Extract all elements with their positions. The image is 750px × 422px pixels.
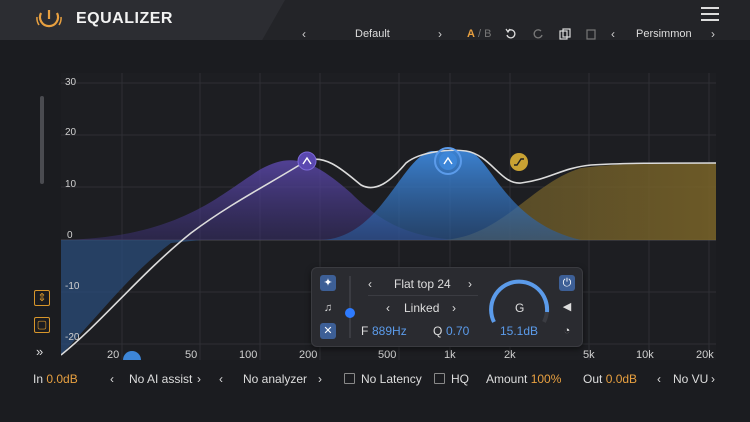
x-label-10k: 10k: [636, 349, 654, 361]
shape-next-button[interactable]: ›: [468, 277, 472, 291]
output-label: Out: [583, 372, 603, 386]
theme-next-button[interactable]: ›: [711, 27, 715, 41]
gain-label: G: [515, 301, 525, 315]
x-label-100: 100: [239, 349, 258, 361]
hq-label: HQ: [451, 372, 469, 386]
x-label-50: 50: [185, 349, 198, 361]
freq-value[interactable]: 889Hz: [372, 324, 407, 338]
x-label-2k: 2k: [504, 349, 516, 361]
theme-name[interactable]: Persimmon: [636, 28, 692, 40]
paste-icon[interactable]: [585, 28, 597, 40]
mode-prev-button[interactable]: ‹: [386, 301, 390, 315]
hq-checkbox[interactable]: [434, 373, 445, 384]
amount-control[interactable]: Amount 100%: [486, 372, 561, 386]
y-label-minus20: -20: [65, 332, 80, 343]
input-value[interactable]: 0.0dB: [46, 372, 77, 386]
x-label-200: 200: [299, 349, 318, 361]
band-handle-gold[interactable]: [510, 153, 528, 171]
ab-separator: /: [478, 28, 482, 40]
q-value[interactable]: 0.70: [446, 324, 469, 338]
y-label-30: 30: [65, 77, 77, 88]
latency-toggle[interactable]: No Latency: [344, 372, 422, 386]
headphones-icon[interactable]: ♫: [320, 300, 336, 316]
ab-a-label[interactable]: A: [467, 28, 475, 40]
gauge-icon[interactable]: ◔: [559, 323, 575, 339]
theme-prev-button[interactable]: ‹: [611, 27, 615, 41]
analyzer-prev-button[interactable]: ‹: [219, 372, 223, 386]
speaker-icon[interactable]: ◀: [559, 299, 575, 315]
fit-vertical-icon[interactable]: ⇕: [34, 290, 50, 306]
bottom-bar: In 0.0dB ‹ No AI assist › ‹ No analyzer …: [0, 372, 750, 392]
ab-compare[interactable]: A / B: [467, 28, 491, 40]
preset-prev-button[interactable]: ‹: [302, 27, 306, 41]
power-logo-icon: [36, 10, 62, 28]
stereo-mode[interactable]: Linked: [404, 301, 439, 315]
vu-next-button[interactable]: ›: [711, 372, 715, 386]
hq-toggle[interactable]: HQ: [434, 372, 469, 386]
vu-prev-button[interactable]: ‹: [657, 372, 661, 386]
ai-assist-selector[interactable]: No AI assist: [129, 372, 192, 386]
band-shape[interactable]: Flat top 24: [394, 277, 451, 291]
panel-divider: [368, 295, 478, 296]
analyzer-selector[interactable]: No analyzer: [243, 372, 307, 386]
y-label-10: 10: [65, 179, 77, 190]
redo-icon[interactable]: [532, 28, 544, 40]
output-gain[interactable]: Out 0.0dB: [583, 372, 637, 386]
copy-icon[interactable]: [559, 28, 571, 40]
preset-name[interactable]: Default: [355, 28, 390, 40]
y-label-0: 0: [67, 230, 73, 241]
freq-label: F: [361, 324, 369, 338]
x-label-20k: 20k: [696, 349, 714, 361]
crop-icon[interactable]: ▢: [34, 317, 50, 333]
band-lowcut-area: [61, 240, 201, 355]
analyzer-next-button[interactable]: ›: [318, 372, 322, 386]
x-label-20: 20: [107, 349, 120, 361]
latency-label: No Latency: [361, 372, 422, 386]
hamburger-menu-icon[interactable]: [701, 7, 719, 21]
band-slider-thumb[interactable]: [345, 308, 355, 318]
latency-checkbox[interactable]: [344, 373, 355, 384]
expand-chevrons-icon[interactable]: »: [36, 344, 43, 359]
band-handle-purple[interactable]: [297, 151, 317, 171]
vu-selector[interactable]: No VU: [673, 372, 708, 386]
x-label-5k: 5k: [583, 349, 595, 361]
ai-next-button[interactable]: ›: [197, 372, 201, 386]
amount-value[interactable]: 100%: [531, 372, 562, 386]
band-power-icon[interactable]: ⏻: [559, 275, 575, 291]
vertical-scrollbar[interactable]: [40, 96, 44, 184]
undo-icon[interactable]: [505, 28, 517, 40]
x-label-500: 500: [378, 349, 397, 361]
mode-next-button[interactable]: ›: [452, 301, 456, 315]
input-label: In: [33, 372, 44, 386]
ai-prev-button[interactable]: ‹: [110, 372, 114, 386]
gain-value[interactable]: 15.1dB: [500, 324, 538, 338]
delete-band-icon[interactable]: ✕: [320, 323, 336, 339]
band-handle-lowcut[interactable]: [123, 351, 141, 360]
preset-next-button[interactable]: ›: [438, 27, 442, 41]
app-title: EQUALIZER: [76, 10, 173, 27]
band-slider-track[interactable]: [349, 276, 351, 338]
band-editor-panel: ✦ ♫ ✕ ‹ Flat top 24 › ‹ Linked › F 889Hz…: [311, 267, 583, 347]
amount-label: Amount: [486, 372, 528, 386]
pin-icon[interactable]: ✦: [320, 275, 336, 291]
q-label: Q: [433, 324, 443, 338]
input-gain[interactable]: In 0.0dB: [33, 372, 78, 386]
x-label-1k: 1k: [444, 349, 456, 361]
shape-prev-button[interactable]: ‹: [368, 277, 372, 291]
gain-knob[interactable]: [484, 272, 554, 328]
ab-b-label[interactable]: B: [484, 28, 491, 40]
y-label-minus10: -10: [65, 281, 80, 292]
y-label-20: 20: [65, 127, 77, 138]
output-value[interactable]: 0.0dB: [606, 372, 637, 386]
